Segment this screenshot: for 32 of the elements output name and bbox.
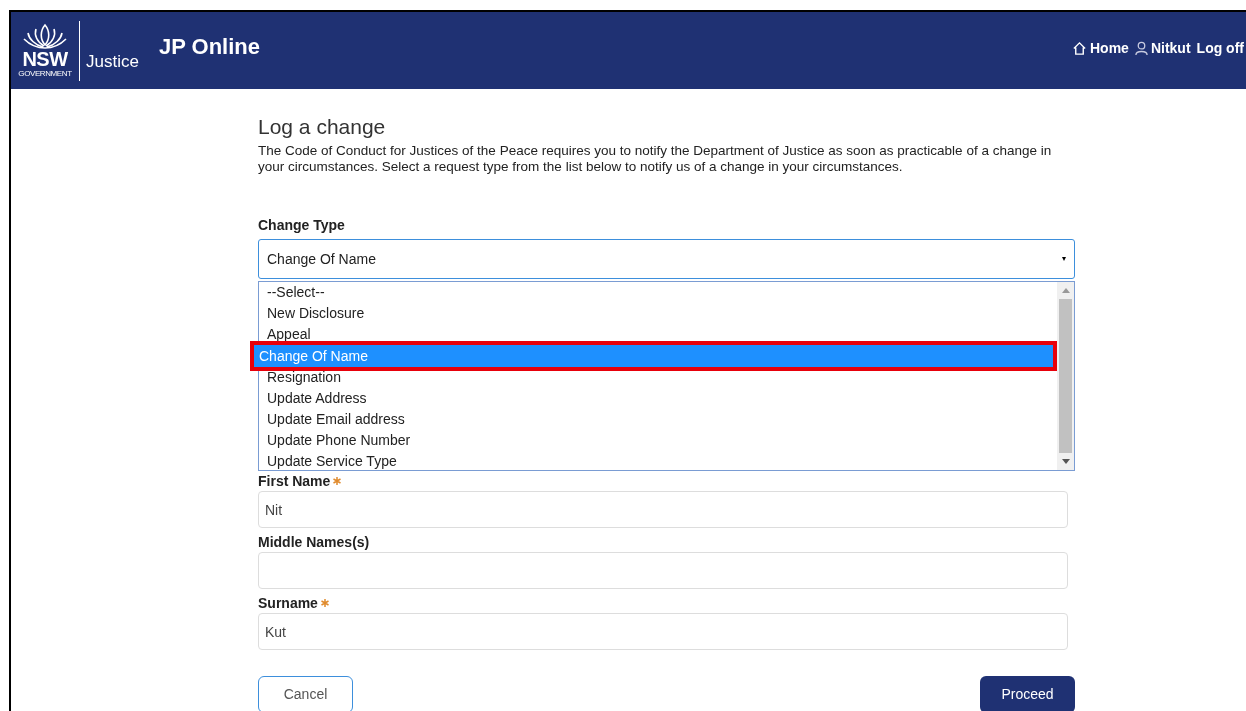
waratah-flower-icon [22, 23, 68, 49]
proceed-button[interactable]: Proceed [980, 676, 1075, 711]
scroll-down-icon [1061, 459, 1070, 464]
field-label: Change Type [258, 216, 346, 235]
field-label: First Name [258, 471, 331, 491]
change-type-select[interactable]: Change Of Name [258, 239, 1075, 279]
dropdown-option[interactable]: Update Email address [259, 409, 1057, 430]
app-title: JP Online [158, 33, 260, 61]
scrollbar[interactable] [1057, 282, 1074, 470]
dropdown-option[interactable]: --Select-- [259, 282, 1057, 303]
cancel-button[interactable]: Cancel [258, 676, 353, 711]
dropdown-option[interactable]: Update Service Type [259, 451, 1057, 472]
intro-text: The Code of Conduct for Justices of the Peace requires you to notify the Department of Justice as soon as practicable of a change in your circumstances. Select a request type from the list below to notify us of a change in your circumstances. [258, 143, 1053, 175]
user-icon [1134, 41, 1148, 56]
dropdown-option[interactable]: New Disclosure [259, 303, 1057, 324]
nav-link[interactable]: Nitkut [1134, 38, 1191, 59]
nav-link[interactable]: Home [1072, 38, 1129, 59]
dropdown-option[interactable]: Update Phone Number [259, 430, 1057, 451]
field-label: Surname [258, 593, 318, 613]
text-input[interactable]: Nit [258, 491, 1068, 528]
nav-link[interactable]: Log off [1196, 38, 1244, 59]
department-name: Justice [86, 51, 139, 73]
scroll-up-icon [1061, 288, 1070, 293]
text-input[interactable]: Kut [258, 613, 1068, 650]
dropdown-caret-icon [1062, 257, 1066, 261]
dropdown-option[interactable]: Update Address [259, 388, 1057, 409]
home-icon [1072, 41, 1087, 56]
logo-subtext: GOVERNMENT [18, 69, 72, 78]
page-heading: Log a change [258, 114, 387, 140]
logo-text: NSW [22, 49, 68, 69]
field-label: Middle Names(s) [258, 532, 370, 552]
text-input[interactable] [258, 552, 1068, 589]
